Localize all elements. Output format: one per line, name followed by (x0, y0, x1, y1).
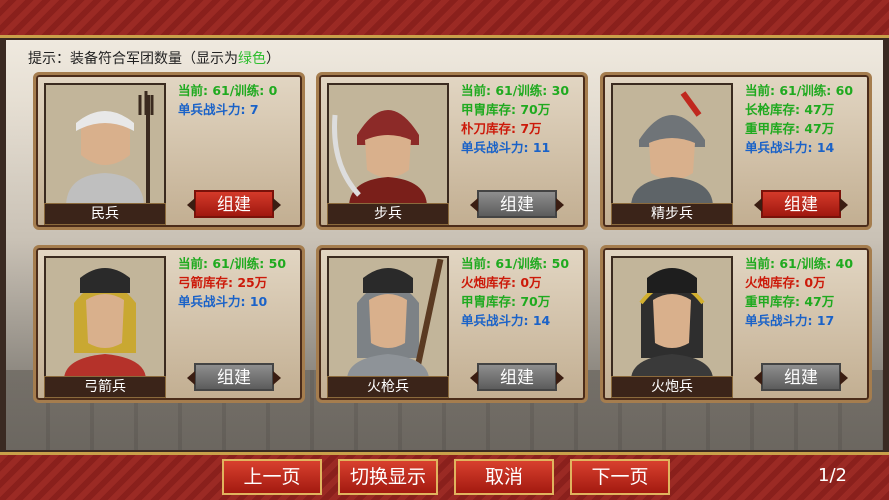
stat-line: 单兵战斗力: 14 (745, 140, 835, 155)
unit-name: 火枪兵 (327, 376, 449, 398)
stat-line: 重甲库存: 47万 (745, 121, 835, 136)
hint-suffix: ） (266, 51, 280, 67)
unit-card-infantry: 步兵 当前: 61/训练: 30 甲胄库存: 70万 朴刀库存: 7万 单兵战斗… (316, 72, 588, 230)
stat-line: 甲胄库存: 70万 (461, 102, 551, 117)
unit-stats: 当前: 61/训练: 40 火炮库存: 0万 重甲库存: 47万 单兵战斗力: … (745, 254, 853, 330)
unit-stats: 当前: 61/训练: 50 火炮库存: 0万 甲胄库存: 70万 单兵战斗力: … (461, 254, 569, 330)
form-button[interactable]: 组建 (754, 190, 848, 218)
unit-stats: 当前: 61/训练: 0 单兵战斗力: 7 (178, 81, 277, 119)
stat-line: 单兵战斗力: 17 (745, 313, 835, 328)
top-bar (0, 0, 889, 38)
unit-card-militia: 民兵 当前: 61/训练: 0 单兵战斗力: 7 组建 (33, 72, 305, 230)
elite-infantry-portrait-icon (611, 83, 733, 209)
unit-name: 精步兵 (611, 203, 733, 225)
stat-line: 朴刀库存: 7万 (461, 121, 542, 136)
unit-card-artillery: 火炮兵 当前: 61/训练: 40 火炮库存: 0万 重甲库存: 47万 单兵战… (600, 245, 872, 403)
stat-line: 弓箭库存: 25万 (178, 275, 268, 290)
stat-line: 火炮库存: 0万 (461, 275, 542, 290)
form-button[interactable]: 组建 (187, 190, 281, 218)
form-button[interactable]: 组建 (187, 363, 281, 391)
stat-line: 当前: 61/训练: 50 (178, 256, 287, 271)
musketeer-portrait-icon (327, 256, 449, 382)
stat-line: 当前: 61/训练: 0 (178, 83, 278, 98)
infantry-portrait-icon (327, 83, 449, 209)
stat-line: 单兵战斗力: 7 (178, 102, 259, 117)
next-page-button[interactable]: 下一页 (570, 459, 670, 495)
militia-portrait-icon (44, 83, 166, 209)
toggle-display-button[interactable]: 切换显示 (338, 459, 438, 495)
unit-name: 弓箭兵 (44, 376, 166, 398)
unit-card-musketeer: 火枪兵 当前: 61/训练: 50 火炮库存: 0万 甲胄库存: 70万 单兵战… (316, 245, 588, 403)
stat-line: 单兵战斗力: 14 (461, 313, 551, 328)
unit-name: 火炮兵 (611, 376, 733, 398)
stat-line: 长枪库存: 47万 (745, 102, 835, 117)
stat-line: 重甲库存: 47万 (745, 294, 835, 309)
stat-line: 火炮库存: 0万 (745, 275, 826, 290)
stat-line: 当前: 61/训练: 40 (745, 256, 854, 271)
hint-text: 提示：装备符合军团数量（显示为绿色） (28, 48, 280, 68)
stat-line: 甲胄库存: 70万 (461, 294, 551, 309)
stat-line: 当前: 61/训练: 60 (745, 83, 854, 98)
hint-green-word: 绿色 (238, 51, 266, 67)
hint-prefix: 提示：装备符合军团数量（显示为 (28, 51, 238, 67)
form-button[interactable]: 组建 (470, 363, 564, 391)
stat-line: 单兵战斗力: 11 (461, 140, 551, 155)
stat-line: 当前: 61/训练: 30 (461, 83, 570, 98)
page-indicator: 1/2 (818, 465, 847, 486)
unit-card-archer: 弓箭兵 当前: 61/训练: 50 弓箭库存: 25万 单兵战斗力: 10 组建 (33, 245, 305, 403)
artillery-portrait-icon (611, 256, 733, 382)
unit-stats: 当前: 61/训练: 50 弓箭库存: 25万 单兵战斗力: 10 (178, 254, 286, 311)
unit-name: 步兵 (327, 203, 449, 225)
unit-card-elite-infantry: 精步兵 当前: 61/训练: 60 长枪库存: 47万 重甲库存: 47万 单兵… (600, 72, 872, 230)
archer-portrait-icon (44, 256, 166, 382)
cancel-button[interactable]: 取消 (454, 459, 554, 495)
prev-page-button[interactable]: 上一页 (222, 459, 322, 495)
stat-line: 单兵战斗力: 10 (178, 294, 268, 309)
unit-name: 民兵 (44, 203, 166, 225)
form-button[interactable]: 组建 (470, 190, 564, 218)
unit-stats: 当前: 61/训练: 30 甲胄库存: 70万 朴刀库存: 7万 单兵战斗力: … (461, 81, 569, 157)
unit-stats: 当前: 61/训练: 60 长枪库存: 47万 重甲库存: 47万 单兵战斗力:… (745, 81, 853, 157)
stat-line: 当前: 61/训练: 50 (461, 256, 570, 271)
form-button[interactable]: 组建 (754, 363, 848, 391)
bottom-bar (0, 452, 889, 500)
